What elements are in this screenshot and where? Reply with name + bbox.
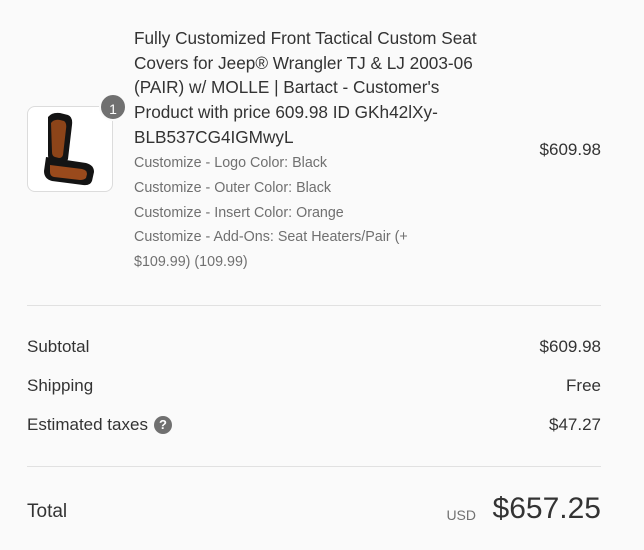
taxes-label: Estimated taxes — [27, 415, 148, 434]
divider — [27, 466, 601, 467]
subtotal-value: $609.98 — [539, 337, 601, 356]
shipping-label: Shipping — [27, 376, 94, 395]
total-row: Total USD $657.25 — [27, 492, 601, 532]
shipping-value: Free — [566, 376, 601, 395]
property-logo-color: Customize - Logo Color: Black — [134, 155, 328, 171]
seat-cover-icon — [44, 112, 94, 186]
quantity-badge: 1 — [99, 93, 127, 121]
currency-code: USD — [446, 507, 476, 523]
taxes-label-group: Estimated taxes? — [27, 415, 172, 435]
taxes-row: Estimated taxes? $47.27 — [27, 415, 601, 439]
shipping-row: Shipping Free — [27, 376, 601, 400]
order-summary: 1 Fully Customized Front Tactical Custom… — [0, 0, 644, 550]
divider — [27, 305, 601, 306]
total-amount: $657.25 — [492, 492, 601, 525]
total-label: Total — [27, 501, 68, 522]
product-name: Fully Customized Front Tactical Custom S… — [134, 28, 477, 147]
product-thumbnail — [27, 106, 113, 192]
subtotal-label: Subtotal — [27, 337, 90, 356]
taxes-value: $47.27 — [549, 415, 601, 434]
property-add-ons: Customize - Add-Ons: Seat Heaters/Pair (… — [134, 229, 408, 271]
property-insert-color: Customize - Insert Color: Orange — [134, 204, 344, 221]
line-item-price: $609.98 — [539, 140, 601, 159]
product-properties: Customize - Logo Color: Black Customize … — [134, 151, 464, 275]
help-icon[interactable]: ? — [153, 416, 172, 434]
line-item: 1 Fully Customized Front Tactical Custom… — [0, 0, 644, 305]
property-outer-color: Customize - Outer Color: Black — [134, 179, 332, 196]
subtotal-row: Subtotal $609.98 — [27, 337, 601, 361]
